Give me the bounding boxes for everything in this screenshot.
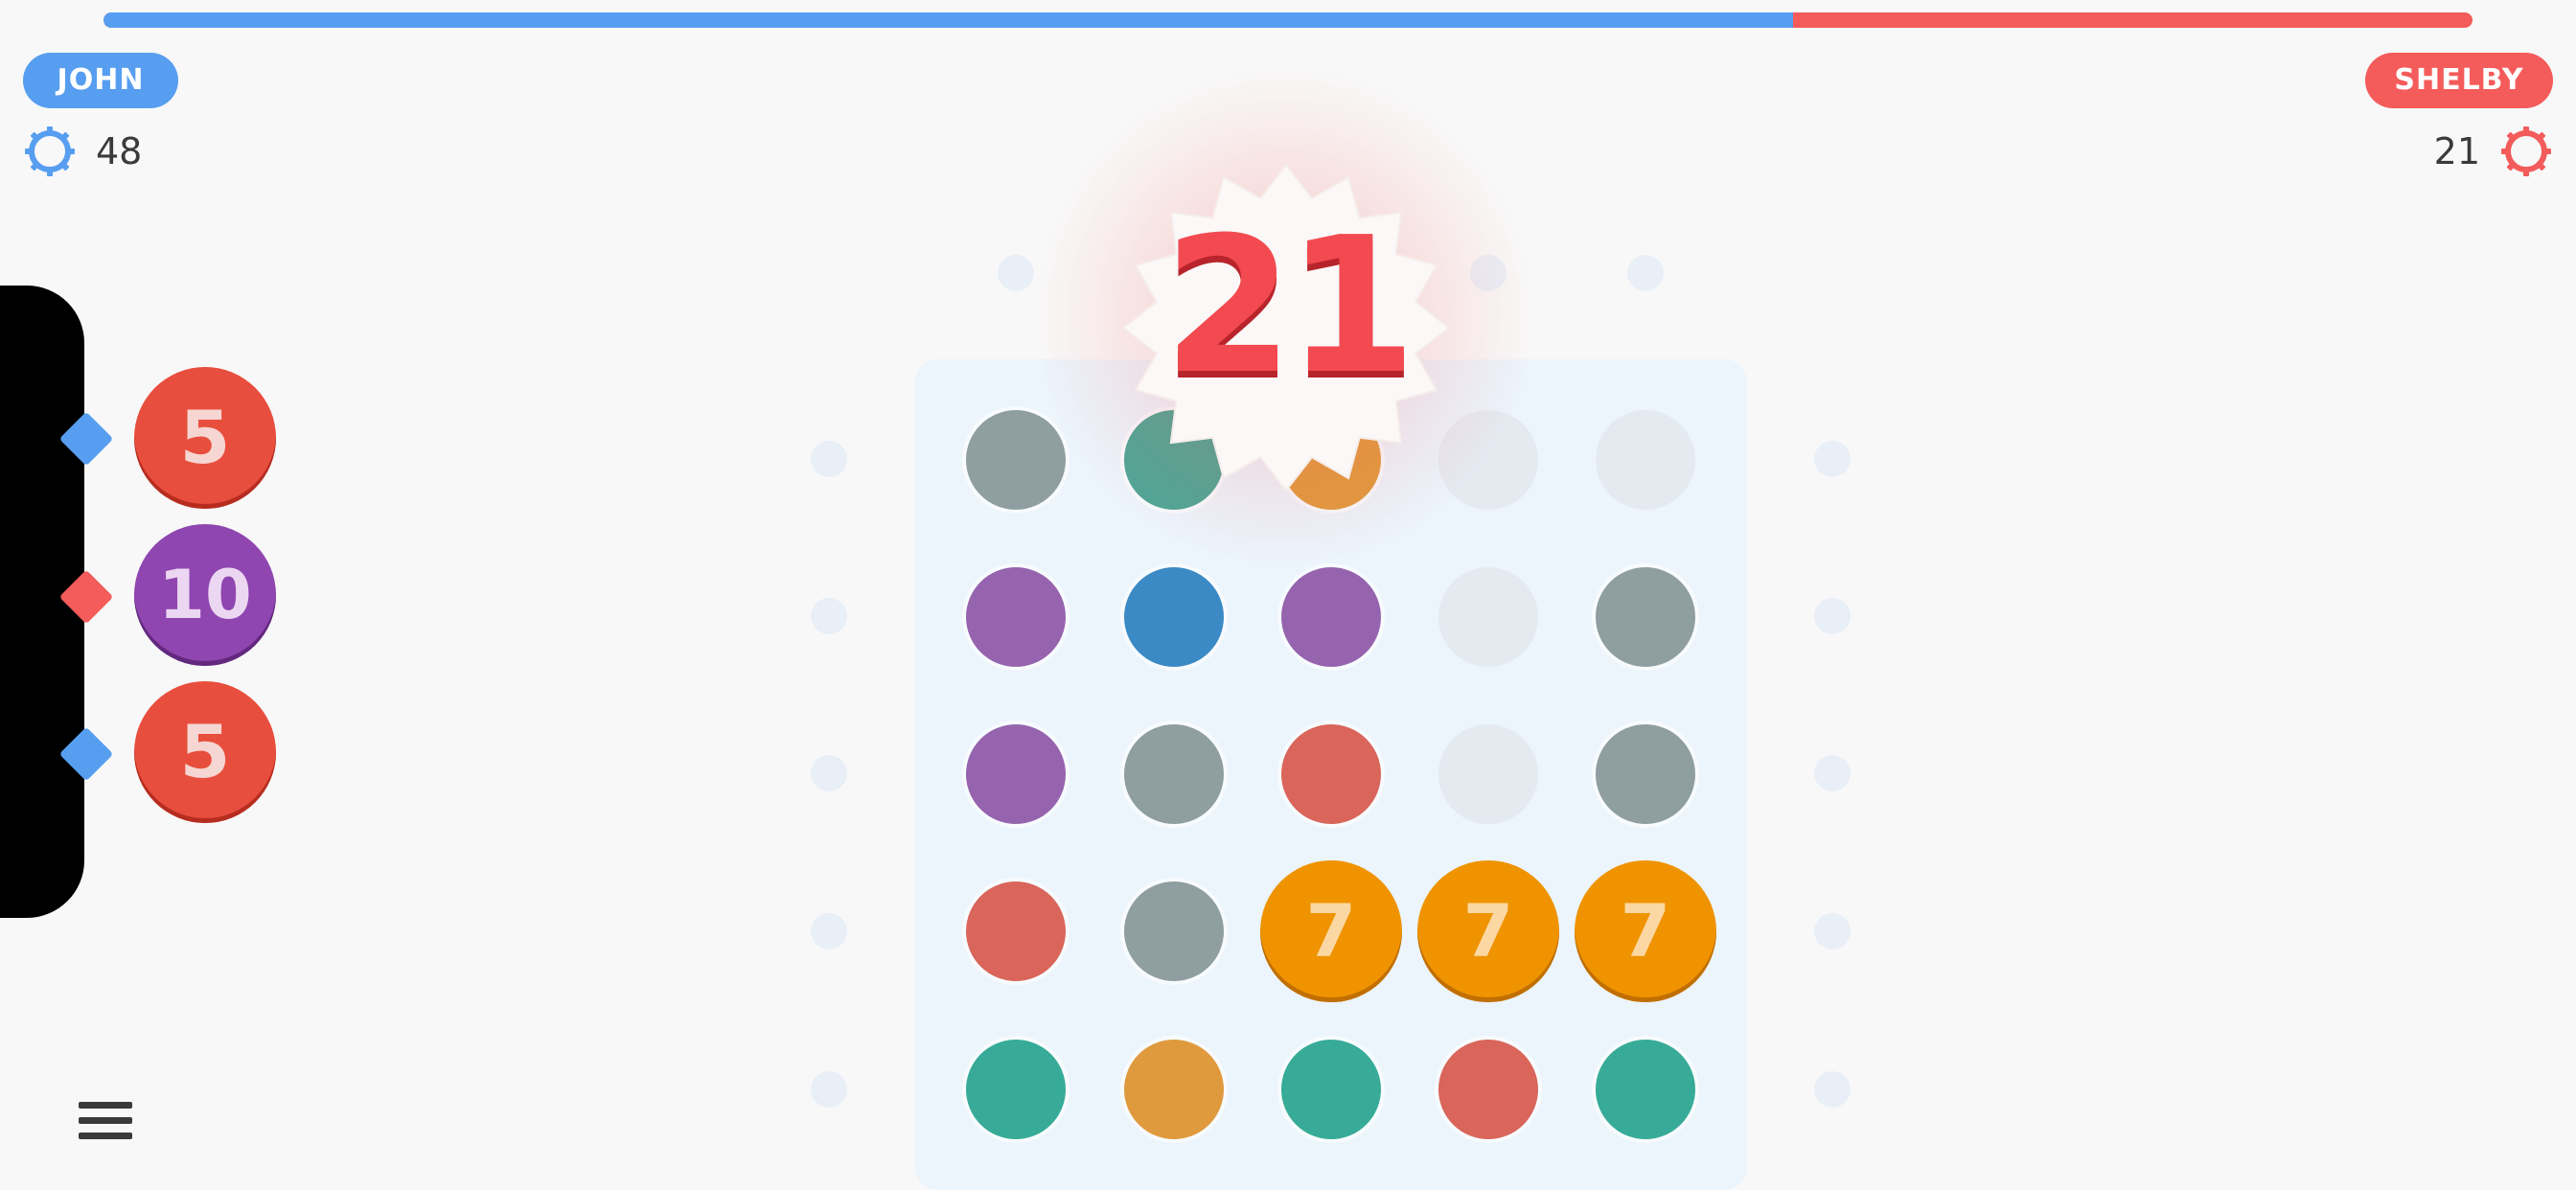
game-screen: JOHN SHELBY 48 21 5 10 5 7 7 7 21 bbox=[0, 0, 2576, 1190]
board-cell[interactable] bbox=[1438, 1040, 1538, 1139]
board-cell[interactable] bbox=[1281, 724, 1381, 824]
ghost-dot bbox=[811, 913, 847, 950]
ghost-dot bbox=[811, 1071, 847, 1108]
score-value-john: 48 bbox=[96, 130, 143, 172]
board-cell[interactable] bbox=[1124, 724, 1224, 824]
merged-ball-7[interactable]: 7 bbox=[1575, 860, 1716, 1002]
board-cell[interactable] bbox=[966, 567, 1066, 667]
queue-ball-1: 5 bbox=[134, 367, 276, 509]
board-cell[interactable] bbox=[966, 724, 1066, 824]
gear-icon bbox=[25, 126, 75, 176]
board-cell[interactable] bbox=[1596, 1040, 1695, 1139]
player-name-john: JOHN bbox=[23, 53, 178, 108]
board-cell[interactable] bbox=[966, 881, 1066, 981]
board-cell-empty[interactable] bbox=[1438, 567, 1538, 667]
hamburger-menu-icon[interactable] bbox=[79, 1102, 132, 1150]
board-cell[interactable] bbox=[1596, 724, 1695, 824]
ghost-dot bbox=[1814, 913, 1851, 950]
progress-fill-john bbox=[104, 12, 1793, 28]
ghost-dot bbox=[1814, 1071, 1851, 1108]
board-cell-empty[interactable] bbox=[1596, 410, 1695, 510]
score-progress-bar bbox=[104, 12, 2472, 28]
ghost-dot bbox=[1627, 255, 1664, 291]
ghost-dot bbox=[811, 755, 847, 791]
merged-ball-7[interactable]: 7 bbox=[1260, 860, 1402, 1002]
player-score-left: 48 bbox=[23, 125, 142, 178]
player-name-shelby: SHELBY bbox=[2365, 53, 2553, 108]
board-cell[interactable] bbox=[1281, 1040, 1381, 1139]
score-value-shelby: 21 bbox=[2433, 130, 2480, 172]
player-score-right: 21 bbox=[2434, 125, 2553, 178]
ghost-dot bbox=[811, 441, 847, 477]
board-cell[interactable] bbox=[1124, 881, 1224, 981]
ghost-dot bbox=[811, 598, 847, 634]
ghost-dot bbox=[1814, 755, 1851, 791]
board-cell[interactable] bbox=[1596, 567, 1695, 667]
board-cell[interactable] bbox=[966, 1040, 1066, 1139]
board-cell-empty[interactable] bbox=[1438, 724, 1538, 824]
merged-ball-7[interactable]: 7 bbox=[1417, 860, 1559, 1002]
target-number: 21 bbox=[1162, 197, 1417, 416]
queue-ball-3: 5 bbox=[134, 681, 276, 823]
board-cell[interactable] bbox=[1124, 1040, 1224, 1139]
ghost-dot bbox=[1814, 441, 1851, 477]
ghost-dot bbox=[1814, 598, 1851, 634]
gear-icon bbox=[2501, 126, 2551, 176]
queue-ball-2: 10 bbox=[134, 524, 276, 666]
